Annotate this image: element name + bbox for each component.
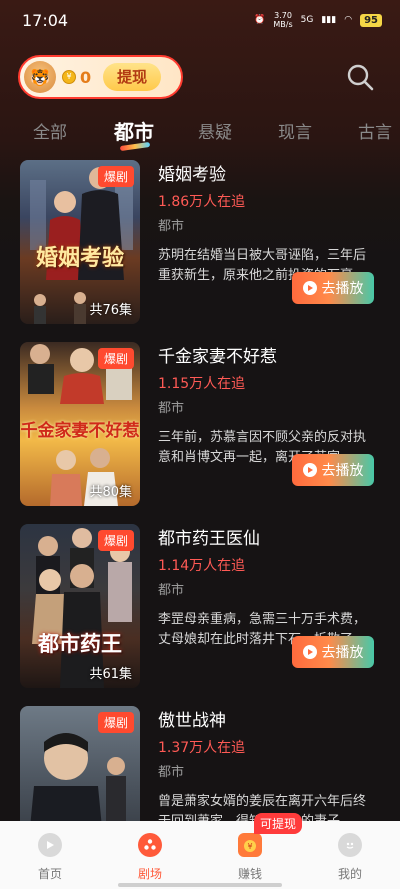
tab-ancient-romance[interactable]: 古言: [358, 118, 392, 143]
follower-count: 1.37万人在追: [158, 740, 246, 756]
poster-title: 千金家妻不好惹: [20, 421, 140, 441]
profile-icon: [338, 833, 362, 857]
status-time: 17:04: [22, 10, 69, 30]
drama-title[interactable]: 婚姻考验: [158, 160, 378, 185]
follower-count: 1.86万人在追: [158, 194, 246, 210]
nav-profile[interactable]: 我的: [300, 821, 400, 889]
nav-earn-label: 赚钱: [237, 867, 262, 881]
poster-image[interactable]: 千金家妻不好惹 爆剧 共80集: [20, 342, 140, 506]
play-button[interactable]: 去播放: [292, 636, 374, 668]
withdraw-button[interactable]: 提现: [103, 63, 162, 91]
search-icon[interactable]: [346, 63, 374, 91]
follower-count: 1.15万人在追: [158, 376, 246, 392]
speed-unit: MB/s: [273, 20, 293, 29]
battery-icon: 95: [360, 13, 382, 27]
drama-genre: 都市: [158, 401, 185, 416]
nav-theater-label: 剧场: [137, 867, 162, 881]
drama-info: 婚姻考验 1.86万人在追 都市 苏明在结婚当日被大哥诬陷，三年后重获新生，原来…: [158, 160, 378, 286]
coin-icon: ¥: [62, 70, 76, 84]
poster-image[interactable]: 婚姻考验 爆剧 共76集: [20, 160, 140, 324]
hot-badge: 爆剧: [97, 530, 134, 551]
drama-title[interactable]: 千金家妻不好惹: [158, 342, 378, 367]
episode-count: 共61集: [89, 667, 132, 682]
play-icon: [302, 281, 317, 295]
network-speed: 3.70 MB/s: [273, 11, 292, 29]
drama-genre: 都市: [158, 583, 185, 598]
drama-card[interactable]: 婚姻考验 爆剧 共76集 婚姻考验 1.86万人在追 都市 苏明在结婚当日被大哥…: [0, 160, 400, 324]
nav-theater[interactable]: 剧场: [100, 821, 200, 889]
money-bag-icon: ¥: [238, 833, 262, 857]
category-tabs: 全部 都市 悬疑 现言 古言: [0, 118, 400, 154]
bottom-nav: 首页 剧场 ¥ 赚钱 我的: [0, 821, 400, 889]
episode-count: 共76集: [89, 303, 132, 318]
tab-all[interactable]: 全部: [33, 118, 67, 143]
play-icon: [302, 645, 317, 659]
hot-badge: 爆剧: [97, 712, 134, 733]
drama-info: 千金家妻不好惹 1.15万人在追 都市 三年前，苏慕言因不顾父亲的反对执意和肖博…: [158, 342, 378, 468]
withdrawable-badge: 可提现: [254, 813, 303, 834]
episode-count: 共80集: [89, 485, 132, 500]
theater-icon: [138, 833, 162, 857]
coin-count: 0: [80, 67, 92, 87]
poster-image[interactable]: 都市药王 爆剧 共61集: [20, 524, 140, 688]
status-bar: 17:04 ⏰ 3.70 MB/s 5G ▮▮▮ ◠ 95: [0, 0, 400, 40]
drama-genre: 都市: [158, 219, 185, 234]
drama-genre: 都市: [158, 765, 185, 780]
drama-title[interactable]: 傲世战神: [158, 706, 378, 731]
home-icon: [38, 833, 62, 857]
hot-badge: 爆剧: [97, 166, 134, 187]
speed-value: 3.70: [274, 11, 292, 20]
svg-text:¥: ¥: [247, 842, 252, 851]
wifi-icon: ◠: [344, 15, 353, 25]
avatar[interactable]: 🐯: [24, 61, 56, 93]
drama-card[interactable]: 千金家妻不好惹 爆剧 共80集 千金家妻不好惹 1.15万人在追 都市 三年前，…: [0, 342, 400, 506]
network-label: 5G: [300, 15, 314, 25]
play-button[interactable]: 去播放: [292, 272, 374, 304]
hot-badge: 爆剧: [97, 348, 134, 369]
alarm-icon: ⏰: [254, 15, 266, 25]
tab-suspense[interactable]: 悬疑: [198, 118, 232, 143]
play-label: 去播放: [321, 645, 364, 661]
coin-pill[interactable]: 🐯 ¥ 0 提现: [18, 55, 183, 99]
follower-count: 1.14万人在追: [158, 558, 246, 574]
tab-modern-romance[interactable]: 现言: [278, 118, 312, 143]
drama-title[interactable]: 都市药王医仙: [158, 524, 378, 549]
nav-home[interactable]: 首页: [0, 821, 100, 889]
status-icons: ⏰ 3.70 MB/s 5G ▮▮▮ ◠ 95: [254, 11, 382, 29]
drama-card[interactable]: 都市药王 爆剧 共61集 都市药王医仙 1.14万人在追 都市 李罡母亲重病，急…: [0, 524, 400, 688]
play-label: 去播放: [321, 463, 364, 479]
header: 🐯 ¥ 0 提现: [18, 55, 382, 99]
poster-title: 婚姻考验: [35, 245, 124, 271]
nav-home-label: 首页: [37, 867, 62, 881]
play-label: 去播放: [321, 281, 364, 297]
drama-info: 都市药王医仙 1.14万人在追 都市 李罡母亲重病，急需三十万手术费，丈母娘却在…: [158, 524, 378, 650]
signal-icon: ▮▮▮: [321, 15, 337, 25]
home-indicator[interactable]: [118, 883, 282, 887]
poster-title: 都市药王: [38, 631, 122, 656]
play-icon: [302, 463, 317, 477]
tab-city[interactable]: 都市: [114, 116, 154, 145]
play-button[interactable]: 去播放: [292, 454, 374, 486]
nav-profile-label: 我的: [337, 867, 362, 881]
